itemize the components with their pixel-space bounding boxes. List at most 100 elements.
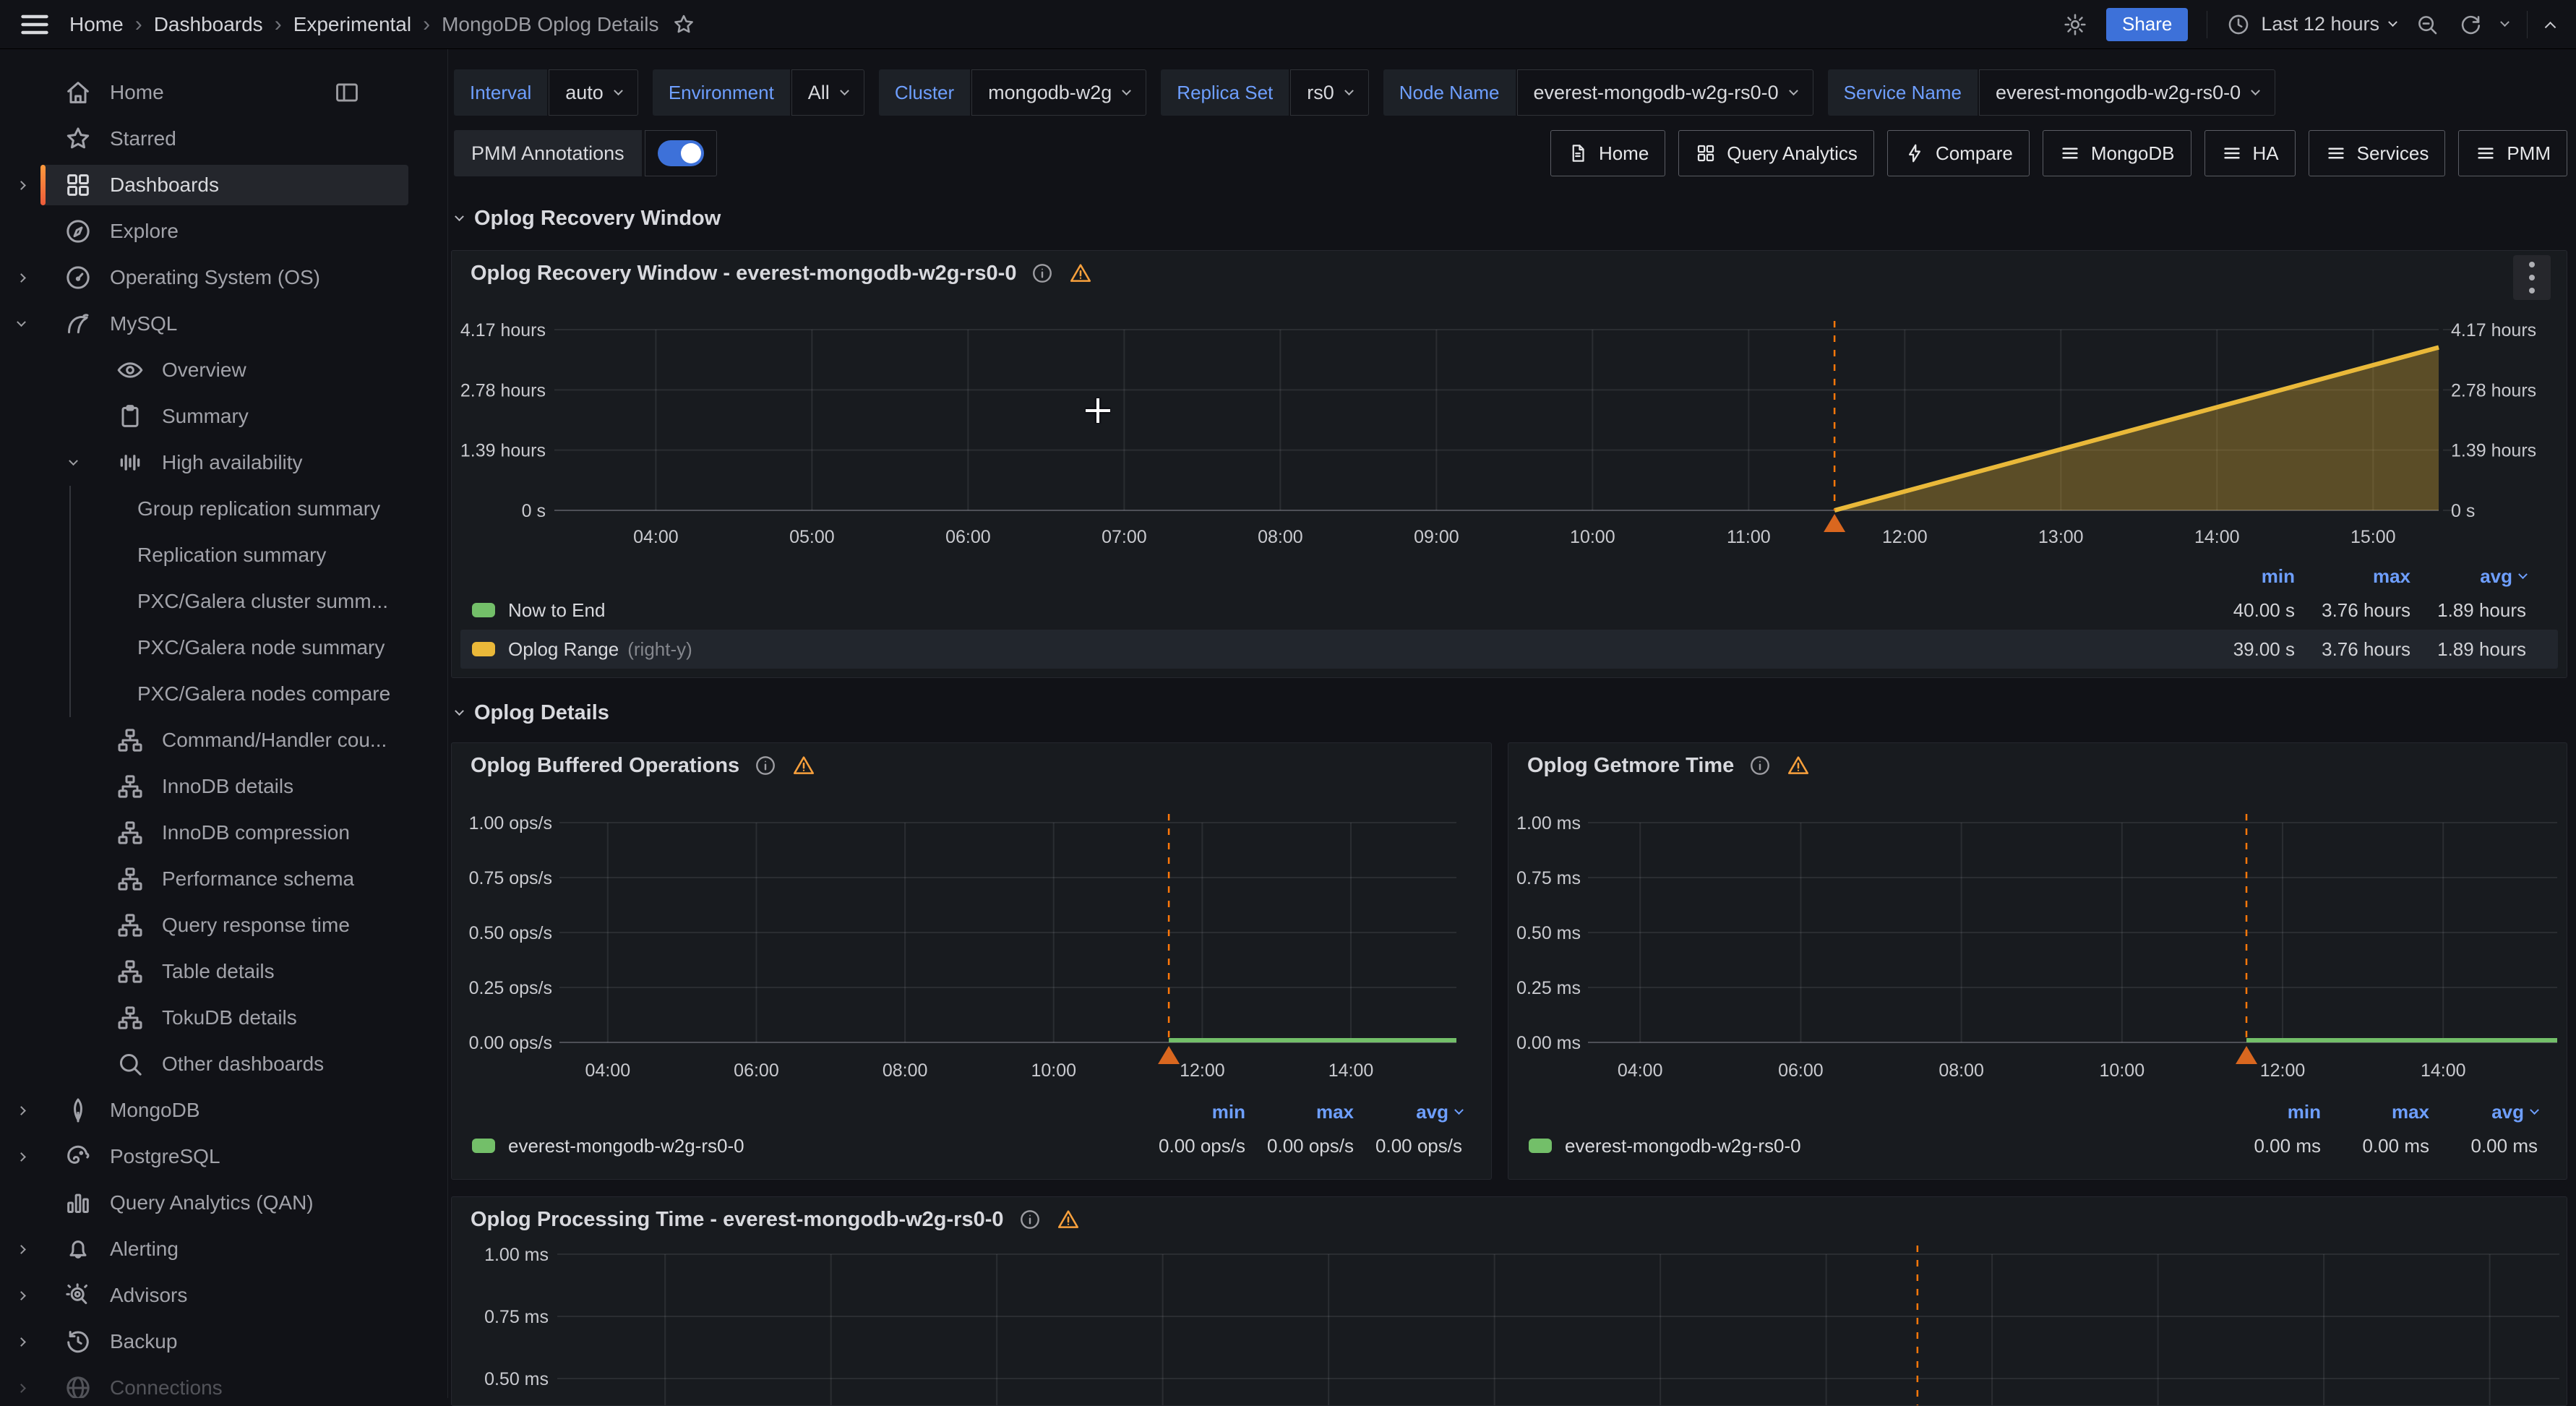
sidebar-item-explore[interactable]: Explore bbox=[0, 208, 447, 254]
sidebar-item-mysql[interactable]: MySQL bbox=[0, 301, 447, 347]
sidebar-item-query-analytics-qan[interactable]: Query Analytics (QAN) bbox=[0, 1180, 447, 1226]
chevron-right-icon[interactable] bbox=[10, 1385, 32, 1392]
info-icon[interactable] bbox=[1748, 754, 1772, 777]
breadcrumb-item[interactable]: Experimental bbox=[293, 13, 411, 36]
warning-icon[interactable] bbox=[791, 753, 816, 778]
panel-menu-kebab-icon[interactable] bbox=[2513, 255, 2551, 300]
chevron-right-icon[interactable] bbox=[10, 182, 32, 189]
sidebar-item-performance-schema[interactable]: Performance schema bbox=[0, 856, 447, 902]
sidebar-item-overview[interactable]: Overview bbox=[0, 347, 447, 393]
chevron-right-icon[interactable] bbox=[10, 1107, 32, 1114]
time-range-picker[interactable]: Last 12 hours bbox=[2226, 12, 2396, 37]
info-icon[interactable] bbox=[754, 754, 777, 777]
legend-sort-min[interactable]: min bbox=[2212, 1101, 2321, 1123]
legend-sort-max[interactable]: max bbox=[2295, 565, 2410, 588]
hamburger-menu-icon[interactable] bbox=[19, 9, 51, 40]
refresh-interval-chevron-icon[interactable] bbox=[2500, 17, 2510, 27]
sidebar-item-pxc-galera-cluster-summ[interactable]: PXC/Galera cluster summ... bbox=[0, 578, 447, 625]
sidebar-item-other-dashboards[interactable]: Other dashboards bbox=[0, 1041, 447, 1087]
variable-value-dropdown[interactable]: everest-mongodb-w2g-rs0-0 bbox=[1979, 69, 2275, 116]
chevron-right-icon[interactable] bbox=[10, 1154, 32, 1160]
panel-title[interactable]: Oplog Processing Time - everest-mongodb-… bbox=[471, 1208, 1004, 1232]
link-button-home[interactable]: Home bbox=[1550, 130, 1665, 176]
variable-value-dropdown[interactable]: everest-mongodb-w2g-rs0-0 bbox=[1517, 69, 1813, 116]
legend-sort-avg[interactable]: avg bbox=[1354, 1101, 1462, 1123]
info-icon[interactable] bbox=[1018, 1208, 1042, 1231]
legend-row[interactable]: Oplog Range(right-y)39.00 s3.76 hours1.8… bbox=[460, 630, 2558, 669]
legend-sort-avg[interactable]: avg bbox=[2410, 565, 2526, 588]
sidebar-item-high-availability[interactable]: High availability bbox=[0, 440, 447, 486]
sidebar-item-pxc-galera-nodes-compare[interactable]: PXC/Galera nodes compare bbox=[0, 671, 447, 717]
breadcrumb-item[interactable]: Dashboards bbox=[154, 13, 263, 36]
sidebar-item-postgresql[interactable]: PostgreSQL bbox=[0, 1133, 447, 1180]
variable-value-dropdown[interactable]: rs0 bbox=[1290, 69, 1369, 116]
sidebar-item-group-replication-summary[interactable]: Group replication summary bbox=[0, 486, 447, 532]
variable-value-dropdown[interactable]: All bbox=[791, 69, 864, 116]
series-name[interactable]: Now to End bbox=[508, 599, 605, 622]
sidebar-item-starred[interactable]: Starred bbox=[0, 116, 447, 162]
warning-icon[interactable] bbox=[1068, 261, 1093, 286]
link-button-query-analytics[interactable]: Query Analytics bbox=[1678, 130, 1874, 176]
variable-value-dropdown[interactable]: mongodb-w2g bbox=[971, 69, 1146, 116]
info-icon[interactable] bbox=[1031, 262, 1054, 285]
chevron-right-icon[interactable] bbox=[10, 1293, 32, 1299]
legend-row[interactable]: Now to End40.00 s3.76 hours1.89 hours bbox=[460, 591, 2558, 630]
link-button-services[interactable]: Services bbox=[2309, 130, 2446, 176]
chevron-down-icon[interactable] bbox=[10, 321, 32, 327]
sidebar-item-table-details[interactable]: Table details bbox=[0, 948, 447, 995]
zoom-out-icon[interactable] bbox=[2415, 12, 2439, 37]
section-oplog-details[interactable]: Oplog Details bbox=[456, 701, 609, 725]
link-button-ha[interactable]: HA bbox=[2204, 130, 2296, 176]
chevron-right-icon[interactable] bbox=[10, 1339, 32, 1345]
refresh-icon[interactable] bbox=[2458, 12, 2483, 37]
sidebar-item-query-response-time[interactable]: Query response time bbox=[0, 902, 447, 948]
chevron-right-icon[interactable] bbox=[10, 275, 32, 281]
sidebar-item-pxc-galera-node-summary[interactable]: PXC/Galera node summary bbox=[0, 625, 447, 671]
legend-sort-max[interactable]: max bbox=[1245, 1101, 1354, 1123]
panel-title[interactable]: Oplog Getmore Time bbox=[1527, 754, 1734, 778]
favorite-star-icon[interactable] bbox=[671, 12, 696, 37]
panel-title[interactable]: Oplog Buffered Operations bbox=[471, 754, 739, 778]
sidebar-item-advisors[interactable]: Advisors bbox=[0, 1272, 447, 1319]
sidebar-item-command-handler-cou[interactable]: Command/Handler cou... bbox=[0, 717, 447, 763]
warning-icon[interactable] bbox=[1056, 1207, 1081, 1232]
sidebar-item-innodb-details[interactable]: InnoDB details bbox=[0, 763, 447, 810]
legend-sort-min[interactable]: min bbox=[1137, 1101, 1245, 1123]
gear-icon[interactable] bbox=[2063, 12, 2087, 37]
warning-icon[interactable] bbox=[1786, 753, 1811, 778]
panel-left-icon[interactable] bbox=[333, 79, 361, 106]
sidebar-item-mongodb[interactable]: MongoDB bbox=[0, 1087, 447, 1133]
pmm-annotations-toggle[interactable] bbox=[645, 130, 717, 176]
link-button-mongodb[interactable]: MongoDB bbox=[2043, 130, 2191, 176]
collapse-topbar-icon[interactable] bbox=[2545, 22, 2556, 33]
series-name[interactable]: everest-mongodb-w2g-rs0-0 bbox=[1565, 1135, 1801, 1157]
chevron-right-icon[interactable] bbox=[10, 1246, 32, 1253]
sidebar-item-operating-system-os[interactable]: Operating System (OS) bbox=[0, 254, 447, 301]
sidebar-item-summary[interactable]: Summary bbox=[0, 393, 447, 440]
legend-sort-avg[interactable]: avg bbox=[2429, 1101, 2538, 1123]
sidebar-item-dashboards[interactable]: Dashboards bbox=[0, 162, 447, 208]
sidebar-item-tokudb-details[interactable]: TokuDB details bbox=[0, 995, 447, 1041]
sidebar-item-backup[interactable]: Backup bbox=[0, 1319, 447, 1365]
sidebar-item-connections[interactable]: Connections bbox=[0, 1365, 447, 1398]
series-name[interactable]: everest-mongodb-w2g-rs0-0 bbox=[508, 1135, 744, 1157]
legend-sort-min[interactable]: min bbox=[2179, 565, 2295, 588]
recovery-chart-canvas[interactable]: 4.17 hours4.17 hours2.78 hours2.78 hours… bbox=[452, 251, 2567, 554]
buffered-chart-canvas[interactable]: 1.00 ops/s0.75 ops/s0.50 ops/s0.25 ops/s… bbox=[452, 743, 1491, 1083]
sidebar-item-innodb-compression[interactable]: InnoDB compression bbox=[0, 810, 447, 856]
sidebar-item-replication-summary[interactable]: Replication summary bbox=[0, 532, 447, 578]
variable-value-dropdown[interactable]: auto bbox=[549, 69, 638, 116]
share-button[interactable]: Share bbox=[2106, 8, 2188, 41]
series-name[interactable]: Oplog Range bbox=[508, 638, 619, 661]
breadcrumb-item[interactable]: Home bbox=[69, 13, 124, 36]
sidebar-item-alerting[interactable]: Alerting bbox=[0, 1226, 447, 1272]
legend-sort-max[interactable]: max bbox=[2321, 1101, 2429, 1123]
section-oplog-recovery-window[interactable]: Oplog Recovery Window bbox=[456, 207, 721, 231]
legend-row[interactable]: everest-mongodb-w2g-rs0-00.00 ops/s0.00 … bbox=[460, 1126, 1482, 1165]
legend-row[interactable]: everest-mongodb-w2g-rs0-00.00 ms0.00 ms0… bbox=[1517, 1126, 2558, 1165]
link-button-compare[interactable]: Compare bbox=[1887, 130, 2030, 176]
getmore-chart-canvas[interactable]: 1.00 ms0.75 ms0.50 ms0.25 ms0.00 ms04:00… bbox=[1508, 743, 2567, 1083]
panel-title[interactable]: Oplog Recovery Window - everest-mongodb-… bbox=[471, 262, 1016, 286]
link-button-pmm[interactable]: PMM bbox=[2458, 130, 2567, 176]
sidebar-item-home[interactable]: Home bbox=[0, 69, 447, 116]
